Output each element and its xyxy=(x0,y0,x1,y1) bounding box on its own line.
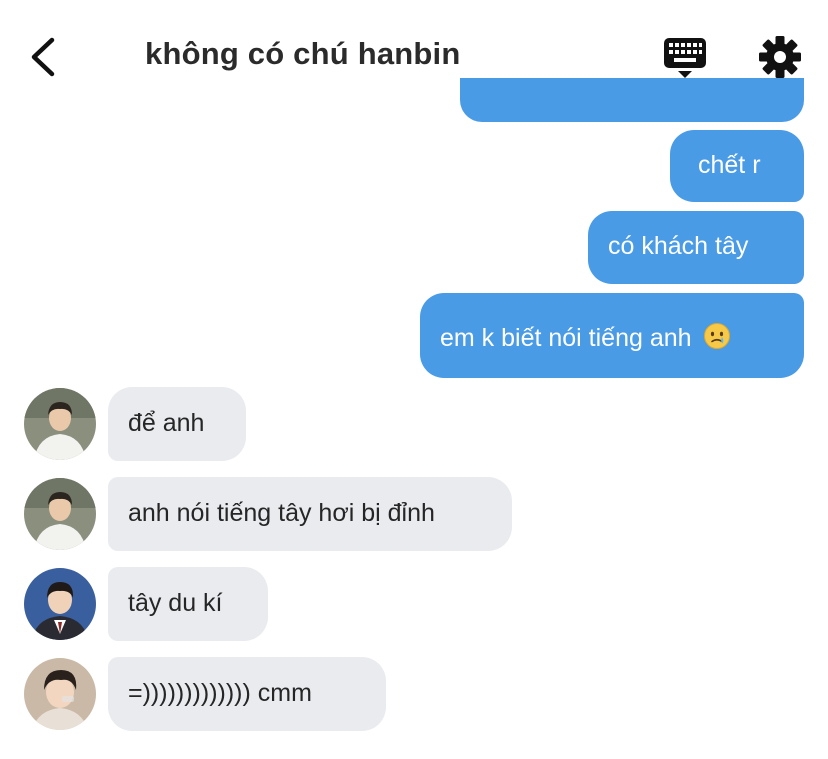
message-text: em k biết nói tiếng anh xyxy=(440,324,692,352)
avatar[interactable] xyxy=(24,658,96,730)
message-text: tây du kí xyxy=(128,589,223,617)
message-bubble-outgoing-partial[interactable] xyxy=(460,78,804,122)
avatar[interactable] xyxy=(24,568,96,640)
message-bubble-incoming[interactable]: anh nói tiếng tây hơi bị đỉnh xyxy=(108,477,512,551)
avatar[interactable] xyxy=(24,388,96,460)
message-bubble-outgoing[interactable]: có khách tây xyxy=(588,211,804,284)
crying-face-icon xyxy=(703,322,731,357)
message-text: có khách tây xyxy=(608,232,749,260)
message-bubble-incoming[interactable]: để anh xyxy=(108,387,246,461)
message-text: =))))))))))))) cmm xyxy=(128,679,312,707)
keyboard-button[interactable] xyxy=(662,36,708,80)
message-text: để anh xyxy=(128,409,205,437)
settings-button[interactable] xyxy=(758,35,802,79)
chat-screen: không có chú hanbin chết r có khách tây … xyxy=(0,0,828,759)
chevron-left-icon xyxy=(31,37,55,77)
message-bubble-incoming[interactable]: tây du kí xyxy=(108,567,268,641)
keyboard-icon xyxy=(664,38,706,78)
message-bubble-incoming[interactable]: =))))))))))))) cmm xyxy=(108,657,386,731)
chat-title: không có chú hanbin xyxy=(145,36,461,71)
back-button[interactable] xyxy=(22,36,62,78)
message-bubble-outgoing[interactable]: em k biết nói tiếng anh xyxy=(420,293,804,378)
message-text: chết r xyxy=(698,151,761,179)
message-bubble-outgoing[interactable]: chết r xyxy=(670,130,804,202)
gear-icon xyxy=(759,36,801,78)
message-text: anh nói tiếng tây hơi bị đỉnh xyxy=(128,499,435,527)
avatar[interactable] xyxy=(24,478,96,550)
